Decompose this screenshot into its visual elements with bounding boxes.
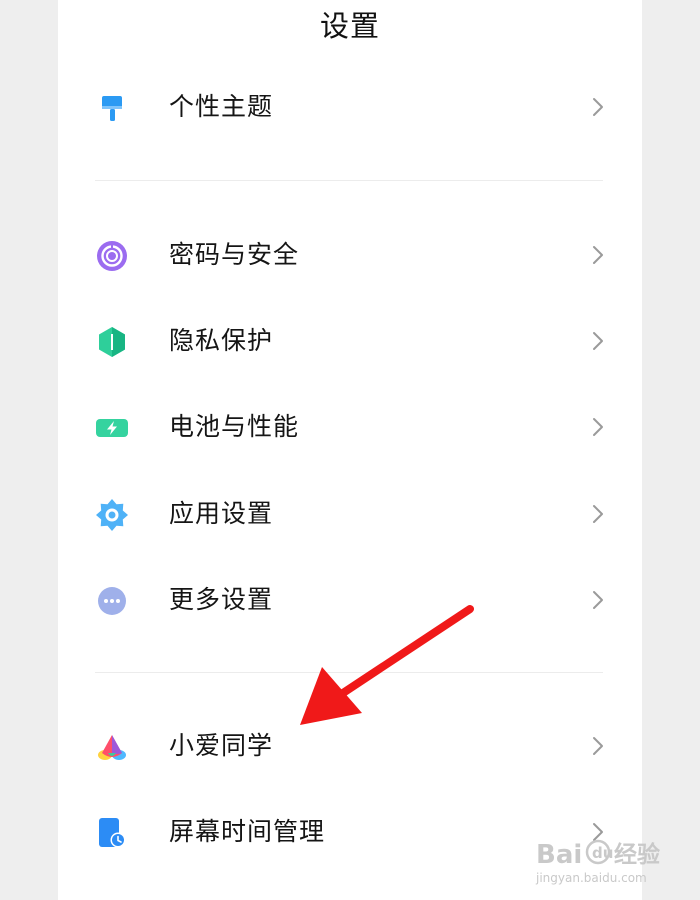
chevron-right-icon — [593, 737, 603, 755]
settings-item-label: 应用设置 — [169, 499, 274, 528]
lock-circle-icon — [97, 241, 127, 271]
settings-item-label: 个性主题 — [169, 92, 274, 121]
settings-item-label: 电池与性能 — [169, 412, 300, 441]
shield-hexagon-icon — [99, 327, 125, 357]
chevron-right-icon — [593, 246, 603, 264]
section-divider — [95, 180, 603, 181]
settings-item-password-security[interactable]: 密码与安全 — [58, 220, 642, 290]
watermark-brand-jingyan: 经验 — [614, 841, 660, 868]
chevron-right-icon — [593, 98, 603, 116]
settings-item-label: 隐私保护 — [169, 326, 274, 355]
settings-item-label: 小爱同学 — [169, 731, 274, 760]
settings-item-theme[interactable]: 个性主题 — [58, 72, 642, 142]
red-arrow-icon — [300, 605, 474, 725]
chevron-right-icon — [593, 591, 603, 609]
settings-item-label: 更多设置 — [169, 585, 274, 614]
settings-item-battery[interactable]: 电池与性能 — [58, 392, 642, 462]
watermark-url: jingyan.baidu.com — [535, 871, 647, 885]
paint-roller-icon — [102, 96, 122, 121]
svg-text:du: du — [592, 844, 613, 862]
chevron-right-icon — [593, 332, 603, 350]
baidu-jingyan-watermark: Bai du 经验 jingyan.baidu.com — [535, 839, 660, 885]
settings-item-label: 密码与安全 — [169, 240, 300, 269]
chevron-right-icon — [593, 418, 603, 436]
gear-icon — [96, 499, 128, 531]
battery-icon — [96, 419, 128, 437]
chevron-right-icon — [593, 505, 603, 523]
screen-time-icon — [99, 818, 126, 848]
settings-item-label: 屏幕时间管理 — [169, 817, 326, 846]
xiaoai-logo-icon — [98, 735, 126, 760]
settings-item-privacy[interactable]: 隐私保护 — [58, 306, 642, 376]
settings-item-app-settings[interactable]: 应用设置 — [58, 479, 642, 549]
settings-panel: 设置 个性主题 密码与安全 隐私保护 电池与性能 应用设置 更多设置 小爱同学 … — [58, 0, 642, 900]
page-title: 设置 — [319, 9, 380, 43]
watermark-brand: Bai — [536, 840, 582, 870]
more-dots-icon — [98, 587, 126, 615]
